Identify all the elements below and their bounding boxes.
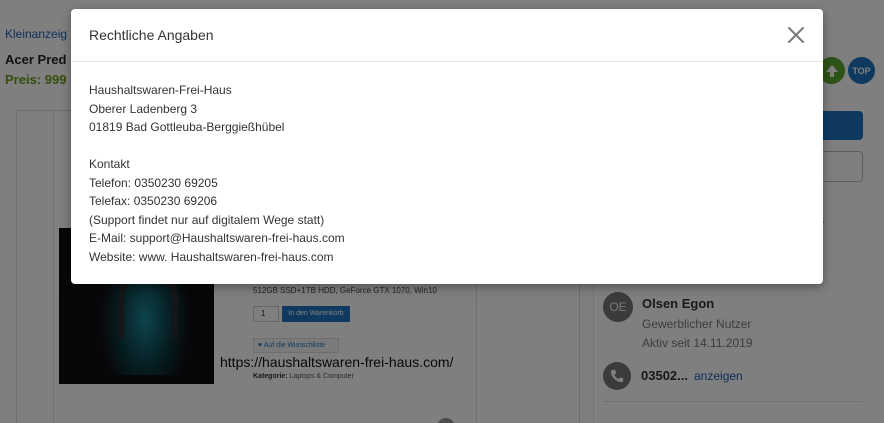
- address-street: Oberer Ladenberg 3: [89, 101, 198, 116]
- contact-email: E-Mail: support@Haushaltswaren-frei-haus…: [89, 231, 345, 245]
- modal-body: Haushaltswaren-Frei-Haus Oberer Ladenber…: [89, 81, 345, 266]
- contact-heading: Kontakt: [89, 157, 130, 171]
- contact-website: Website: www. Haushaltswaren-frei-haus.c…: [89, 249, 334, 264]
- address-city: 01819 Bad Gottleuba-Berggießhübel: [89, 120, 285, 134]
- legal-info-modal: Rechtliche Angaben Haushaltswaren-Frei-H…: [71, 9, 823, 284]
- contact-phone: Telefon: 0350230 69205: [89, 175, 218, 190]
- contact-support-note: (Support findet nur auf digitalem Wege s…: [89, 212, 325, 227]
- modal-header: Rechtliche Angaben: [71, 9, 823, 62]
- address-company: Haushaltswaren-Frei-Haus: [89, 83, 232, 97]
- modal-title: Rechtliche Angaben: [89, 27, 214, 43]
- close-icon[interactable]: [785, 24, 807, 46]
- contact-fax: Telefax: 0350230 69206: [89, 194, 218, 208]
